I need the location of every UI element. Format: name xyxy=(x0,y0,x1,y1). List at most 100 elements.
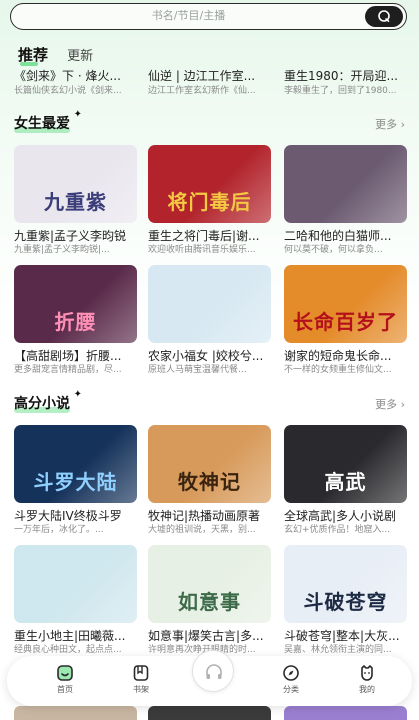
nav-category[interactable]: 分类 xyxy=(271,664,311,695)
book-desc: 原班人马萌宝温馨代餐... xyxy=(148,365,247,375)
nav-label: 首页 xyxy=(57,685,73,694)
tab-update[interactable]: 更新 xyxy=(67,45,93,64)
recommend-desc: 长篇仙侠玄幻小说《剑来... xyxy=(14,86,122,96)
book-card[interactable]: 将门毒后重生之将门毒后|谢... 欢迎收听由腾讯音乐娱乐... xyxy=(148,145,271,257)
more-label: 更多 xyxy=(375,398,398,411)
sparkle-icon: ✦ xyxy=(73,109,82,120)
cover-title: 斗破苍穹 xyxy=(303,590,388,614)
cover-peek xyxy=(284,706,407,720)
recommend-item[interactable]: 重生1980：开局迎... 李毅重生了，回到了1980... xyxy=(284,68,409,98)
book-desc: 更多甜宠言情精品剧，尽... xyxy=(14,365,122,375)
book-card[interactable]: 斗破苍穹 斗破苍穹|整本|大灰... 吴嘉、林允领衔主演的同... xyxy=(284,545,407,657)
book-card[interactable]: 长命百岁了谢家的短命鬼长命... 不一样的女频重生修仙文... xyxy=(284,265,407,377)
search-button[interactable] xyxy=(365,6,403,27)
book-cover: 高武 xyxy=(284,425,407,503)
book-card[interactable]: 斗罗大陆斗罗大陆IV终极斗罗一万年后，冰化了。... xyxy=(14,425,137,537)
book-cover: 长命百岁了 xyxy=(284,265,407,343)
cover-title: 高武 xyxy=(324,470,367,494)
book-cover: 将门毒后 xyxy=(148,145,271,223)
top-tabs: 推荐 更新 xyxy=(18,44,93,66)
cover-title: 将门毒后 xyxy=(167,190,252,214)
recommend-item[interactable]: 《剑来》下 · 烽火... 长篇仙侠玄幻小说《剑来... xyxy=(14,68,139,98)
nav-label: 我的 xyxy=(359,685,375,694)
more-link-female[interactable]: 更多 › xyxy=(375,116,405,132)
cover-title: 折腰 xyxy=(54,310,97,334)
recommend-row: 《剑来》下 · 烽火... 长篇仙侠玄幻小说《剑来... 仙逆 | 边江工作室.… xyxy=(0,68,419,100)
book-title: 斗破苍穹|整本|大灰... xyxy=(284,629,400,643)
cover-peek xyxy=(14,706,137,720)
book-desc: 一万年后，冰化了。... xyxy=(14,525,104,535)
book-title: 二哈和他的白猫师... xyxy=(284,229,392,243)
book-cover: 如意事 xyxy=(148,545,271,623)
recommend-desc: 边江工作室玄幻新作《仙... xyxy=(148,86,256,96)
book-title: 全球高武|多人小说剧 xyxy=(284,509,397,523)
search-bar[interactable]: 书名/节目/主播 xyxy=(10,3,407,30)
book-desc: 不一样的女频重生修仙文... xyxy=(284,365,392,375)
nav-bookshelf[interactable]: 书架 xyxy=(121,664,161,695)
book-title: 农家小福女 |姣校兮... xyxy=(148,349,264,363)
cover-title: 九重紫 xyxy=(44,190,107,214)
bookshelf-icon xyxy=(133,665,149,681)
cover-title: 牧神记 xyxy=(178,470,241,494)
book-title: 【高甜剧场】折腰... xyxy=(14,349,122,363)
sparkle-icon: ✦ xyxy=(73,389,82,400)
book-title: 斗罗大陆IV终极斗罗 xyxy=(14,509,122,523)
cover-title: 如意事 xyxy=(178,590,241,614)
book-cover: 牧神记 xyxy=(148,425,271,503)
book-card[interactable]: 九重紫九重紫|孟子义李昀锐九重紫|孟子义李昀锐|... xyxy=(14,145,137,257)
book-card[interactable]: 重生小地主|田曦薇... 经典良心种田文，起点点... xyxy=(14,545,137,657)
nav-profile[interactable]: 我的 xyxy=(347,664,387,695)
book-title: 重生之将门毒后|谢... xyxy=(148,229,260,243)
bottom-nav: 首页 书架 分类 我的 xyxy=(7,650,412,706)
chevron-right-icon: › xyxy=(400,118,405,131)
book-cover xyxy=(284,145,407,223)
book-card[interactable]: 高武 全球高武|多人小说剧 玄幻+优质作品！地窟入... xyxy=(284,425,407,537)
book-card[interactable]: 折腰【高甜剧场】折腰... 更多甜宠言情精品剧，尽... xyxy=(14,265,137,377)
book-desc: 欢迎收听由腾讯音乐娱乐... xyxy=(148,245,256,255)
book-card[interactable]: 二哈和他的白猫师... 何以莫不破，何以拿负... xyxy=(284,145,407,257)
search-input[interactable]: 书名/节目/主播 xyxy=(11,4,366,28)
book-desc: 大墟的祖训说，天黑，别... xyxy=(148,525,256,535)
recommend-desc: 李毅重生了，回到了1980... xyxy=(284,86,397,96)
recommend-title: 仙逆 | 边江工作室... xyxy=(148,69,256,83)
home-icon xyxy=(57,665,73,681)
profile-icon xyxy=(361,665,373,681)
book-desc: 何以莫不破，何以拿负... xyxy=(284,245,383,255)
book-title: 谢家的短命鬼长命... xyxy=(284,349,392,363)
nav-label: 书架 xyxy=(133,685,149,694)
book-cover: 折腰 xyxy=(14,265,137,343)
more-label: 更多 xyxy=(375,118,398,131)
book-title: 如意事|爆笑古言|多... xyxy=(148,629,264,643)
tab-recommend[interactable]: 推荐 xyxy=(18,44,48,66)
player-button[interactable] xyxy=(192,650,234,692)
search-icon xyxy=(378,10,390,22)
recommend-title: 重生1980：开局迎... xyxy=(284,69,398,83)
book-title: 重生小地主|田曦薇... xyxy=(14,629,126,643)
cover-peek xyxy=(148,706,271,720)
book-title: 牧神记|热播动画原著 xyxy=(148,509,261,523)
book-cover: 斗罗大陆 xyxy=(14,425,137,503)
book-cover xyxy=(14,545,137,623)
section-title-text: 女生最爱 xyxy=(14,116,70,132)
cover-title: 长命百岁了 xyxy=(293,310,398,334)
section-title-high-score: 高分小说 ✦ xyxy=(14,389,82,413)
section-title-female: 女生最爱 ✦ xyxy=(14,109,82,133)
chevron-right-icon: › xyxy=(400,398,405,411)
nav-home[interactable]: 首页 xyxy=(45,664,85,695)
nav-label: 分类 xyxy=(283,685,299,694)
book-cover xyxy=(148,265,271,343)
book-cover: 斗破苍穹 xyxy=(284,545,407,623)
book-card[interactable]: 农家小福女 |姣校兮... 原班人马萌宝温馨代餐... xyxy=(148,265,271,377)
category-icon xyxy=(283,665,299,681)
book-card[interactable]: 牧神记牧神记|热播动画原著大墟的祖训说，天黑，别... xyxy=(148,425,271,537)
book-desc: 九重紫|孟子义李昀锐|... xyxy=(14,245,110,255)
book-title: 九重紫|孟子义李昀锐 xyxy=(14,229,127,243)
headphones-icon xyxy=(206,664,222,679)
book-cover: 九重紫 xyxy=(14,145,137,223)
book-card[interactable]: 如意事 如意事|爆笑古言|多... 许明意再次睁开眼睛的时... xyxy=(148,545,271,657)
recommend-item[interactable]: 仙逆 | 边江工作室... 边江工作室玄幻新作《仙... xyxy=(148,68,273,98)
cover-title: 斗罗大陆 xyxy=(33,470,118,494)
recommend-title: 《剑来》下 · 烽火... xyxy=(14,69,121,83)
more-link-high-score[interactable]: 更多 › xyxy=(375,396,405,412)
section-title-text: 高分小说 xyxy=(14,396,70,412)
